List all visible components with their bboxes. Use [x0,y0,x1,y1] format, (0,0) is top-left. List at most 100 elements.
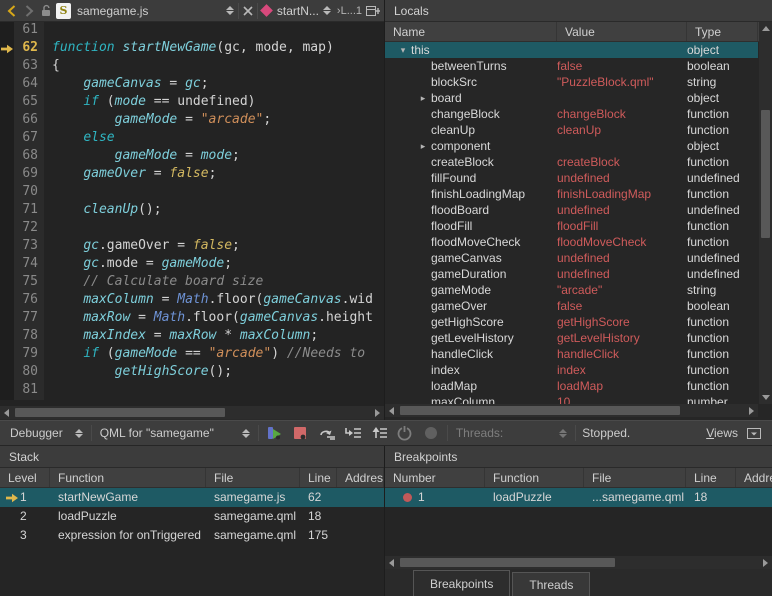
code-line[interactable]: 64 gameCanvas = gc; [0,76,384,94]
locals-horizontal-scrollbar[interactable] [385,404,758,417]
locals-row[interactable]: gameMode"arcade"string [385,282,758,298]
breakpoint-margin[interactable] [0,130,14,148]
open-file-selector[interactable]: samegame.js [75,1,150,21]
breakpoint-margin[interactable] [0,346,14,364]
scrollbar-thumb[interactable] [761,110,770,238]
code-line[interactable]: 73 gc.gameOver = false; [0,238,384,256]
breakpoint-margin[interactable] [0,166,14,184]
locals-row[interactable]: fillFoundundefinedundefined [385,170,758,186]
breakpoint-margin[interactable] [0,310,14,328]
code-editor[interactable]: 6162function startNewGame(gc, mode, map)… [0,22,384,406]
locals-vertical-scrollbar[interactable] [759,22,772,404]
views-menu-icon[interactable] [744,424,764,442]
code-line[interactable]: 81 [0,382,384,400]
breakpoint-margin[interactable] [0,94,14,112]
breakpoint-margin[interactable] [0,220,14,238]
locals-row[interactable]: betweenTurnsfalseboolean [385,58,758,74]
breakpoint-margin[interactable] [0,202,14,220]
column-header[interactable]: Type [687,22,758,41]
code-line[interactable]: 69 gameOver = false; [0,166,384,184]
code-line[interactable]: 68 gameMode = mode; [0,148,384,166]
step-out-icon[interactable] [369,424,389,442]
scroll-left-icon[interactable] [0,406,13,419]
breakpoint-margin[interactable] [0,274,14,292]
locals-row[interactable]: ▾thisobject [385,42,758,58]
expander-collapsed-icon[interactable]: ▸ [415,90,431,106]
tab-threads[interactable]: Threads [512,572,590,596]
code-line[interactable]: 67 else [0,130,384,148]
expander-open-icon[interactable]: ▾ [395,42,411,58]
file-spinner-icon[interactable] [226,6,234,15]
column-header[interactable]: File [584,468,686,487]
symbol-selector[interactable]: startN... [275,1,333,21]
code-line[interactable]: 65 if (mode == undefined) [0,94,384,112]
continue-debug-icon[interactable] [265,424,285,442]
editor-horizontal-scrollbar[interactable] [0,406,384,419]
code-line[interactable]: 78 maxIndex = maxRow * maxColumn; [0,328,384,346]
column-header[interactable]: Address [337,468,384,487]
scroll-left-icon[interactable] [385,404,398,417]
locals-row[interactable]: handleClickhandleClickfunction [385,346,758,362]
symbol-spinner-icon[interactable] [323,6,331,15]
target-spinner-icon[interactable] [242,429,250,438]
breakpoint-margin[interactable] [0,58,14,76]
locals-row[interactable]: cleanUpcleanUpfunction [385,122,758,138]
code-line[interactable]: 62function startNewGame(gc, mode, map) [0,40,384,58]
locals-row[interactable]: gameDurationundefinedundefined [385,266,758,282]
column-header[interactable]: Name [385,22,557,41]
locals-row[interactable]: blockSrc"PuzzleBlock.qml"string [385,74,758,90]
breakpoint-margin[interactable] [0,112,14,130]
record-icon[interactable] [421,424,441,442]
locals-row[interactable]: ▸boardobject [385,90,758,106]
scrollbar-thumb[interactable] [15,408,225,417]
locals-row[interactable]: getHighScoregetHighScorefunction [385,314,758,330]
scrollbar-thumb[interactable] [400,406,680,415]
code-line[interactable]: 80 getHighScore(); [0,364,384,382]
locals-row[interactable]: createBlockcreateBlockfunction [385,154,758,170]
step-over-icon[interactable] [317,424,337,442]
restart-debug-icon[interactable] [395,424,415,442]
code-line[interactable]: 61 [0,22,384,40]
code-line[interactable]: 63{ [0,58,384,76]
locals-row[interactable]: getLevelHistorygetLevelHistoryfunction [385,330,758,346]
scroll-left-icon[interactable] [385,556,398,569]
breakpoint-margin[interactable] [0,256,14,274]
lock-icon[interactable] [40,1,52,21]
expander-collapsed-icon[interactable]: ▸ [415,138,431,154]
threads-spinner-icon[interactable] [559,429,567,438]
column-header[interactable]: Line [686,468,736,487]
column-header[interactable]: Level [0,468,50,487]
column-header[interactable]: Function [50,468,206,487]
code-line[interactable]: 71 cleanUp(); [0,202,384,220]
code-line[interactable]: 79 if (gameMode == "arcade") //Needs to [0,346,384,364]
locals-row[interactable]: maxColumn10number [385,394,758,404]
locals-row[interactable]: changeBlockchangeBlockfunction [385,106,758,122]
debug-target-selector[interactable]: QML for "samegame" [98,423,252,443]
code-line[interactable]: 76 maxColumn = Math.floor(gameCanvas.wid [0,292,384,310]
breakpoint-margin[interactable] [0,76,14,94]
breakpoint-margin[interactable] [0,292,14,310]
stack-row[interactable]: 1startNewGamesamegame.js62 [0,488,384,507]
locals-row[interactable]: gameOverfalseboolean [385,298,758,314]
column-header[interactable]: Address [736,468,772,487]
scroll-up-icon[interactable] [759,22,772,35]
scroll-right-icon[interactable] [745,404,758,417]
breakpoints-horizontal-scrollbar[interactable] [385,556,772,569]
code-line[interactable]: 70 [0,184,384,202]
engine-spinner-icon[interactable] [75,429,83,438]
views-button[interactable]: Views [706,426,738,440]
code-line[interactable]: 77 maxRow = Math.floor(gameCanvas.height [0,310,384,328]
back-icon[interactable] [4,4,18,18]
stack-row[interactable]: 2loadPuzzlesamegame.qml18 [0,507,384,526]
code-line[interactable]: 74 gc.mode = gameMode; [0,256,384,274]
locals-row[interactable]: ▸componentobject [385,138,758,154]
column-header[interactable]: File [206,468,300,487]
breakpoint-margin[interactable] [0,364,14,382]
code-line[interactable]: 66 gameMode = "arcade"; [0,112,384,130]
step-into-icon[interactable] [343,424,363,442]
scroll-right-icon[interactable] [371,406,384,419]
scrollbar-thumb[interactable] [400,558,615,567]
locals-row[interactable]: loadMaploadMapfunction [385,378,758,394]
breakpoint-margin[interactable] [0,148,14,166]
forward-icon[interactable] [22,4,36,18]
